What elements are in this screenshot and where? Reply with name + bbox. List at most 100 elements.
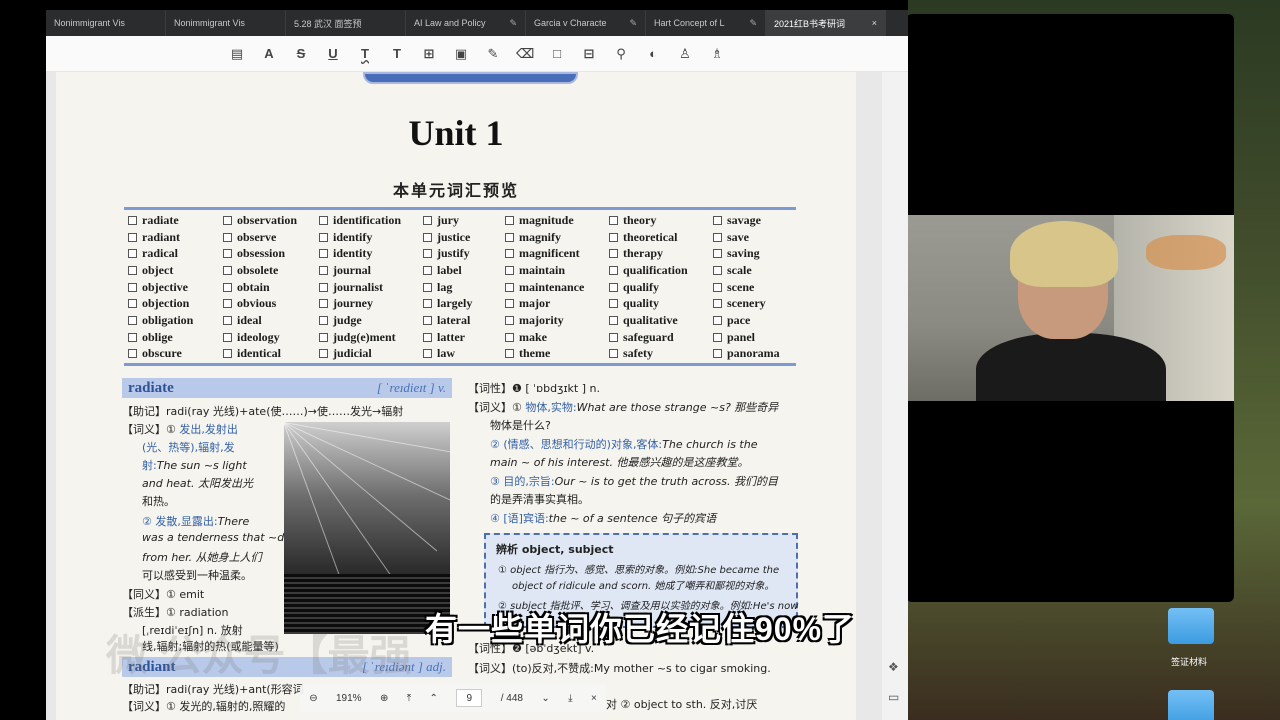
zoom-out-icon[interactable]: ⊖ (309, 693, 317, 704)
vocab-item[interactable]: observe (223, 229, 319, 246)
vocab-item[interactable]: magnificent (505, 245, 609, 262)
callout-icon[interactable]: ▣ (452, 45, 470, 63)
vocab-item[interactable]: largely (423, 295, 505, 312)
strikethrough-icon[interactable]: S (292, 45, 310, 63)
vocab-item[interactable]: label (423, 262, 505, 279)
color-icon[interactable]: ◐ (644, 45, 662, 63)
vocab-item[interactable]: lag (423, 279, 505, 296)
vocab-item[interactable]: radiate (128, 212, 223, 229)
vocab-item[interactable]: major (505, 295, 609, 312)
vocab-item[interactable]: maintain (505, 262, 609, 279)
vocab-item[interactable]: ideology (223, 329, 319, 346)
tab[interactable]: Hart Concept of L ✎ (646, 10, 766, 36)
vocab-item[interactable]: qualify (609, 279, 713, 296)
attach-icon[interactable]: ⚲ (612, 45, 630, 63)
vocab-item[interactable]: therapy (609, 245, 713, 262)
vocab-item[interactable]: theme (505, 345, 609, 362)
eraser-icon[interactable]: ⌫ (516, 45, 534, 63)
vocab-item[interactable]: object (128, 262, 223, 279)
vocab-item[interactable]: panel (713, 329, 797, 346)
vocab-item[interactable]: latter (423, 329, 505, 346)
tab[interactable]: Garcia v Characte ✎ (526, 10, 646, 36)
pen-icon[interactable]: ✎ (484, 45, 502, 63)
vocab-item[interactable]: magnify (505, 229, 609, 246)
vocab-item[interactable]: justice (423, 229, 505, 246)
textbox-icon[interactable]: ⊞ (420, 45, 438, 63)
prev-page-icon[interactable]: ⌃ (430, 693, 438, 704)
vocab-item[interactable]: oblige (128, 329, 223, 346)
copilot-icon[interactable]: ❖ (888, 660, 902, 674)
vocab-item[interactable]: objective (128, 279, 223, 296)
page-number-input[interactable]: 9 (456, 689, 483, 707)
measure-icon[interactable]: ⊟ (580, 45, 598, 63)
vocab-item[interactable]: journal (319, 262, 423, 279)
zoom-select[interactable]: 191% (336, 693, 362, 704)
tab[interactable]: Nonimmigrant Vis (166, 10, 286, 36)
note-icon[interactable]: ▤ (228, 45, 246, 63)
zoom-in-icon[interactable]: ⊕ (380, 693, 388, 704)
vocab-item[interactable]: obsession (223, 245, 319, 262)
vocab-item[interactable]: save (713, 229, 797, 246)
tab[interactable]: Nonimmigrant Vis (46, 10, 166, 36)
vocab-item[interactable]: obligation (128, 312, 223, 329)
vocab-item[interactable]: radiant (128, 229, 223, 246)
vocab-item[interactable]: qualitative (609, 312, 713, 329)
vocab-item[interactable]: law (423, 345, 505, 362)
text-icon[interactable]: T (388, 45, 406, 63)
vocab-item[interactable]: judicial (319, 345, 423, 362)
vocab-item[interactable]: make (505, 329, 609, 346)
first-page-icon[interactable]: ⤒ (407, 693, 411, 704)
next-page-icon[interactable]: ⌄ (541, 693, 549, 704)
vocab-item[interactable]: objection (128, 295, 223, 312)
last-page-icon[interactable]: ⤓ (568, 693, 572, 704)
vocab-item[interactable]: safety (609, 345, 713, 362)
vocab-item[interactable]: journalist (319, 279, 423, 296)
vocab-item[interactable]: obsolete (223, 262, 319, 279)
vocab-item[interactable]: magnitude (505, 212, 609, 229)
vocab-item[interactable]: obscure (128, 345, 223, 362)
vocab-item[interactable]: obtain (223, 279, 319, 296)
tab[interactable]: 5.28 武汉 面签预 (286, 10, 406, 36)
vocab-item[interactable]: lateral (423, 312, 505, 329)
vocab-item[interactable]: justify (423, 245, 505, 262)
vocab-item[interactable]: identity (319, 245, 423, 262)
vocab-item[interactable]: panorama (713, 345, 797, 362)
vocab-item[interactable]: journey (319, 295, 423, 312)
close-icon[interactable]: × (591, 693, 597, 704)
vocab-item[interactable]: judg(e)ment (319, 329, 423, 346)
shape-icon[interactable]: □ (548, 45, 566, 63)
vocab-item[interactable]: scale (713, 262, 797, 279)
vocab-item[interactable]: pace (713, 312, 797, 329)
vocab-item[interactable]: quality (609, 295, 713, 312)
folder-icon[interactable] (1168, 690, 1214, 720)
vocab-item[interactable]: identification (319, 212, 423, 229)
vocab-item[interactable]: savage (713, 212, 797, 229)
vocab-item[interactable]: saving (713, 245, 797, 262)
sign-icon[interactable]: ♗ (708, 45, 726, 63)
underline-icon[interactable]: U (324, 45, 342, 63)
tab[interactable]: AI Law and Policy ✎ (406, 10, 526, 36)
vocab-item[interactable]: radical (128, 245, 223, 262)
vocab-item[interactable]: jury (423, 212, 505, 229)
vocab-item[interactable]: ideal (223, 312, 319, 329)
highlight-icon[interactable]: A (260, 45, 278, 63)
vocab-item[interactable]: theoretical (609, 229, 713, 246)
vocab-item[interactable]: judge (319, 312, 423, 329)
comment-icon[interactable]: ▭ (888, 690, 902, 704)
vocab-item[interactable]: qualification (609, 262, 713, 279)
vocab-item[interactable]: theory (609, 212, 713, 229)
folder-label[interactable]: 签证材料 (1171, 655, 1207, 668)
vocab-item[interactable]: scene (713, 279, 797, 296)
vocab-item[interactable]: maintenance (505, 279, 609, 296)
vocab-item[interactable]: identical (223, 345, 319, 362)
vocab-item[interactable]: safeguard (609, 329, 713, 346)
vocab-item[interactable]: scenery (713, 295, 797, 312)
vocab-item[interactable]: obvious (223, 295, 319, 312)
stamp-icon[interactable]: ♙ (676, 45, 694, 63)
tab-active[interactable]: 2021红B书考研词 × (766, 10, 886, 36)
close-icon[interactable]: × (872, 18, 877, 28)
vocab-item[interactable]: observation (223, 212, 319, 229)
vocab-item[interactable]: identify (319, 229, 423, 246)
squiggly-icon[interactable]: T (356, 45, 374, 63)
vocab-item[interactable]: majority (505, 312, 609, 329)
